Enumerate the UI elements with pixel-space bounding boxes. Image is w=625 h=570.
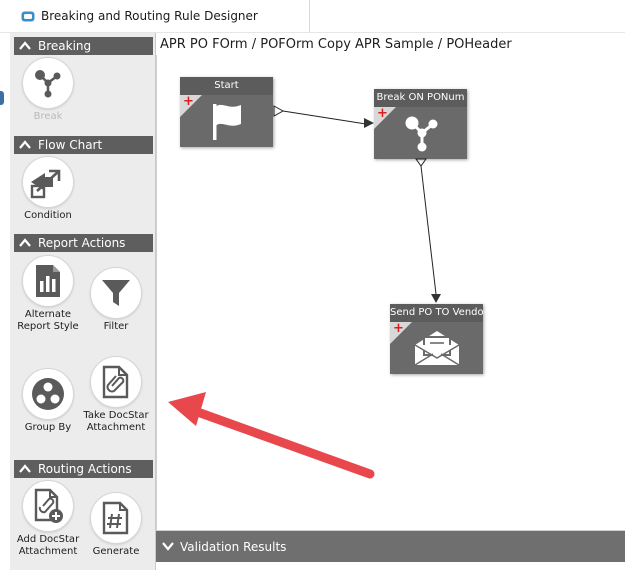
tool-circle xyxy=(22,57,74,109)
report-icon xyxy=(36,265,60,297)
tool-palette: Breaking Break Flow Chart Condition Repo… xyxy=(10,33,156,570)
tool-circle xyxy=(22,480,74,532)
tool-label: Alternate Report Style xyxy=(17,309,79,332)
section-header-routing-actions[interactable]: Routing Actions xyxy=(14,460,153,478)
chevron-up-icon xyxy=(19,140,31,149)
envelope-icon xyxy=(414,331,459,366)
bottom-strip xyxy=(156,562,625,570)
title-bar: Breaking and Routing Rule Designer xyxy=(0,0,625,33)
flag-icon xyxy=(212,104,241,140)
chevron-down-icon xyxy=(162,542,174,551)
tool-label: Break xyxy=(33,111,63,122)
attachment-icon xyxy=(102,365,129,399)
condition-icon xyxy=(30,169,61,199)
node-icon-wrap xyxy=(374,107,467,159)
title-divider xyxy=(309,0,310,33)
generate-icon xyxy=(102,501,129,535)
node-title: Send PO TO Vendo xyxy=(390,304,483,322)
tool-label: Condition xyxy=(24,210,72,221)
chevron-up-icon xyxy=(19,464,31,473)
tool-circle xyxy=(22,156,74,208)
tool-circle xyxy=(22,255,74,307)
break-icon xyxy=(35,70,61,98)
tool-break[interactable]: Break xyxy=(15,57,81,123)
section-header-report-actions[interactable]: Report Actions xyxy=(14,234,153,252)
section-header-breaking[interactable]: Breaking xyxy=(14,37,153,55)
edge-marker xyxy=(0,91,4,105)
tool-label: Add DocStar Attachment xyxy=(16,534,80,557)
validation-label: Validation Results xyxy=(180,540,287,554)
tool-circle xyxy=(90,267,142,319)
tool-label: Group By xyxy=(24,422,72,433)
chevron-up-icon xyxy=(19,41,31,50)
tool-circle xyxy=(22,368,74,420)
tool-condition[interactable]: Condition xyxy=(15,156,81,222)
section-label: Routing Actions xyxy=(38,462,132,476)
node-icon-wrap xyxy=(180,95,273,147)
breadcrumb: APR PO FOrm / POFOrm Copy APR Sample / P… xyxy=(160,37,512,52)
left-edge xyxy=(0,33,10,570)
node-send-po-to-vendor[interactable]: Send PO TO Vendo + xyxy=(390,304,483,374)
node-icon-wrap xyxy=(390,322,483,374)
app-icon xyxy=(21,11,35,22)
tool-take-docstar-attachment[interactable]: Take DocStar Attachment xyxy=(83,356,149,434)
section-header-flow-chart[interactable]: Flow Chart xyxy=(14,136,153,154)
node-title: Start xyxy=(180,77,273,95)
section-label: Flow Chart xyxy=(38,138,103,152)
group-by-icon xyxy=(32,378,64,410)
section-label: Report Actions xyxy=(38,236,126,250)
node-title: Break ON PONum xyxy=(374,89,467,107)
window-title: Breaking and Routing Rule Designer xyxy=(41,9,258,23)
tool-label: Filter xyxy=(103,321,129,332)
filter-icon xyxy=(102,280,130,306)
add-attachment-icon xyxy=(34,488,63,523)
node-break-on-ponum[interactable]: Break ON PONum + xyxy=(374,89,467,159)
tool-generate[interactable]: Generate xyxy=(83,492,149,558)
break-icon xyxy=(405,116,437,152)
tool-filter[interactable]: Filter xyxy=(83,267,149,333)
tool-add-docstar-attachment[interactable]: Add DocStar Attachment xyxy=(15,480,81,558)
tool-circle xyxy=(90,492,142,544)
tool-alternate-report-style[interactable]: Alternate Report Style xyxy=(15,255,81,333)
section-label: Breaking xyxy=(38,39,92,53)
tool-label: Take DocStar Attachment xyxy=(83,410,149,433)
tool-label: Generate xyxy=(92,546,140,557)
validation-results-bar[interactable]: Validation Results xyxy=(156,530,625,562)
node-start[interactable]: Start + xyxy=(180,77,273,147)
chevron-up-icon xyxy=(19,238,31,247)
tool-circle xyxy=(90,356,142,408)
tool-group-by[interactable]: Group By xyxy=(15,368,81,434)
